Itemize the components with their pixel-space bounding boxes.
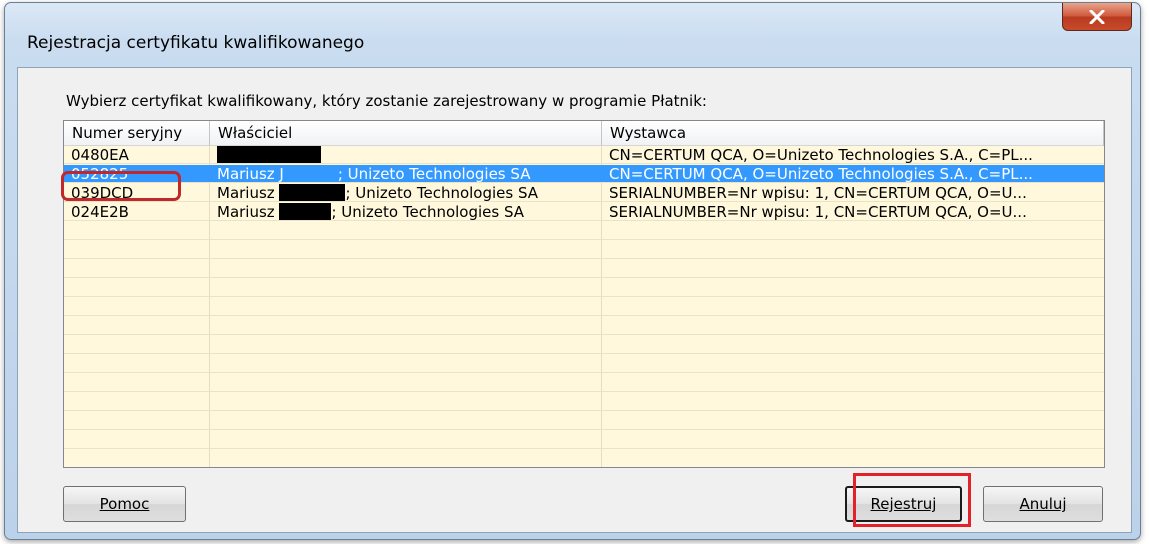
empty-row <box>64 355 1104 373</box>
column-header-issuer[interactable]: Wystawca <box>602 121 1104 146</box>
cell-owner: Mariusz ; Unizeto Technologies SA <box>210 184 601 202</box>
cell-issuer: CN=CERTUM QCA, O=Unizeto Technologies S.… <box>609 146 1033 164</box>
title-bar[interactable]: Rejestracja certyfikatu kwalifikowanego <box>5 3 1140 67</box>
table-row[interactable]: 039DCD Mariusz ; Unizeto Technologies SA… <box>64 184 1104 202</box>
empty-row <box>64 431 1104 449</box>
owner-name: Mariusz J <box>217 165 284 183</box>
register-button[interactable]: Rejestruj <box>845 486 962 522</box>
empty-row <box>64 374 1104 392</box>
owner-organization: ; Unizeto Technologies SA <box>345 184 539 202</box>
list-body: 0480EA CN=CERTUM QCA, O=Unizeto Technolo… <box>64 146 1104 467</box>
list-header: Numer seryjny Właściciel Wystawca <box>64 121 1104 146</box>
owner-name: Mariusz <box>217 203 275 221</box>
cell-serial: 052825 <box>71 165 129 183</box>
empty-row <box>64 412 1104 430</box>
empty-row <box>64 450 1104 467</box>
table-row-selected[interactable]: 052825 Mariusz J ; Unizeto Technologies S… <box>64 165 1104 183</box>
dialog-window: Rejestracja certyfikatu kwalifikowanego … <box>4 2 1141 540</box>
cell-owner <box>210 146 601 164</box>
cell-issuer: SERIALNUMBER=Nr wpisu: 1, CN=CERTUM QCA,… <box>609 184 1027 202</box>
cell-owner: Mariusz ; Unizeto Technologies SA <box>210 203 601 221</box>
column-header-serial[interactable]: Numer seryjny <box>64 121 210 146</box>
cancel-button[interactable]: Anuluj <box>983 486 1103 522</box>
redaction-block <box>217 146 321 163</box>
empty-row <box>64 260 1104 278</box>
empty-row <box>64 279 1104 297</box>
table-row[interactable]: 024E2B Mariusz ; Unizeto Technologies SA… <box>64 203 1104 221</box>
close-x-icon <box>1089 9 1105 24</box>
redaction-block <box>279 184 346 201</box>
cell-owner: Mariusz J ; Unizeto Technologies SA <box>210 165 601 183</box>
instruction-label: Wybierz certyfikat kwalifikowany, który … <box>66 92 707 110</box>
cell-serial: 024E2B <box>71 203 129 221</box>
empty-row <box>64 241 1104 259</box>
empty-row <box>64 298 1104 316</box>
cell-issuer: CN=CERTUM QCA, O=Unizeto Technologies S.… <box>609 165 1033 183</box>
help-button[interactable]: Pomoc <box>63 486 186 522</box>
owner-organization: ; Unizeto Technologies SA <box>337 165 531 183</box>
owner-organization: ; Unizeto Technologies SA <box>331 203 525 221</box>
window-title: Rejestracja certyfikatu kwalifikowanego <box>27 33 365 53</box>
dialog-client-area: Wybierz certyfikat kwalifikowany, który … <box>17 67 1132 533</box>
empty-row <box>64 317 1104 335</box>
certificate-list[interactable]: Numer seryjny Właściciel Wystawca 0480EA… <box>63 120 1105 468</box>
column-header-owner[interactable]: Właściciel <box>210 121 602 146</box>
empty-row <box>64 336 1104 354</box>
table-row[interactable]: 0480EA CN=CERTUM QCA, O=Unizeto Technolo… <box>64 146 1104 164</box>
owner-name: Mariusz <box>217 184 275 202</box>
cell-serial: 039DCD <box>71 184 134 202</box>
cell-issuer: SERIALNUMBER=Nr wpisu: 1, CN=CERTUM QCA,… <box>609 203 1027 221</box>
redaction-block <box>279 203 332 220</box>
empty-row <box>64 222 1104 240</box>
cell-serial: 0480EA <box>71 146 129 164</box>
empty-row <box>64 393 1104 411</box>
close-button[interactable] <box>1062 3 1132 31</box>
